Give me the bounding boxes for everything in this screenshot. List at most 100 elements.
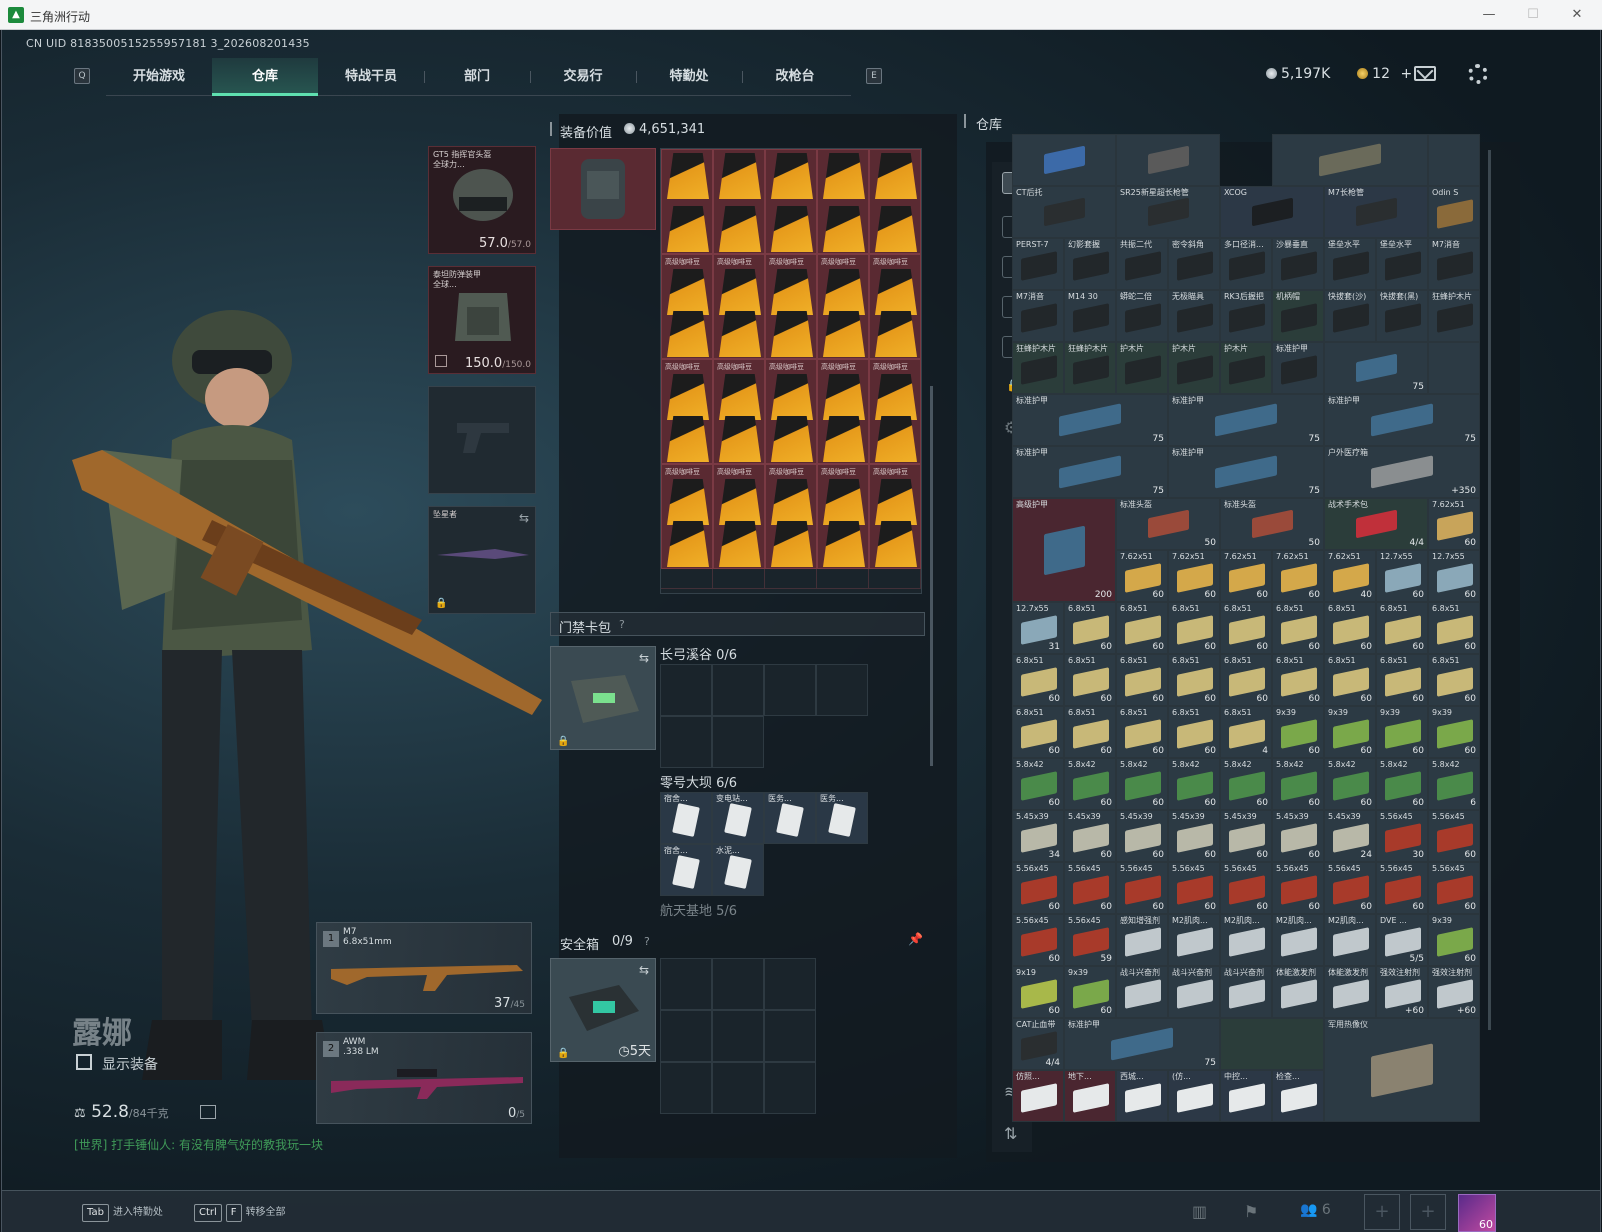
ammo-item[interactable]: 6.8x51 60	[1324, 602, 1376, 654]
thermal-imager-item[interactable]: 军用热像仪	[1324, 1018, 1480, 1122]
keycard-item[interactable]: 宿舍...	[660, 792, 712, 844]
coffee-bean-item[interactable]: 高级咖啡豆	[817, 359, 869, 464]
secondary-weapon-slot[interactable]: 2 AWM .338 LM 0/5	[316, 1032, 532, 1124]
keycard-item[interactable]: 水泥...	[712, 844, 764, 896]
ammo-item[interactable]: 9x39 60	[1428, 706, 1480, 758]
melee-slot[interactable]: 坠星者 ⇆ 🔒	[428, 506, 536, 614]
stash-empty[interactable]	[1428, 134, 1480, 186]
attachment-item[interactable]: 蟒蛇二倍	[1116, 290, 1168, 342]
saw-item[interactable]	[1116, 134, 1220, 186]
ammo-item[interactable]: DVE ... 5/5	[1376, 914, 1428, 966]
coffee-bean-item[interactable]: 高级咖啡豆	[713, 254, 765, 359]
ammo-item[interactable]: 6.8x51 60	[1272, 654, 1324, 706]
swap-icon[interactable]: ⇆	[639, 963, 649, 977]
safebox-help-icon[interactable]: ?	[644, 935, 650, 948]
coffee-bean-item[interactable]	[869, 149, 921, 254]
ammo-item[interactable]: 6.8x51 60	[1376, 602, 1428, 654]
nav-next-key[interactable]: E	[866, 68, 882, 84]
ammo-item[interactable]: 5.8x42 60	[1272, 758, 1324, 810]
surgical-kit-item[interactable]: 战术手术包 4/4	[1324, 498, 1428, 550]
attachment-item[interactable]: 护木片	[1168, 342, 1220, 394]
ammo-item[interactable]: 9x39 60	[1064, 966, 1116, 1018]
ammo-item[interactable]: 5.56x45 60	[1220, 862, 1272, 914]
advanced-armor-item[interactable]: 高级护甲 200	[1012, 498, 1116, 602]
helmet-slot[interactable]: GT5 指挥官头盔 全球力... 57.0/57.0	[428, 146, 536, 254]
ammo-item[interactable]: 9x19 60	[1012, 966, 1064, 1018]
attachment-item[interactable]: 堡垒水平	[1324, 238, 1376, 290]
coffee-bean-item[interactable]	[713, 149, 765, 254]
armor-slot[interactable]: 泰坦防弹装甲 全球... 150.0/150.0	[428, 266, 536, 374]
ammo-item[interactable]: 6.8x51 60	[1220, 654, 1272, 706]
ammo-item[interactable]: 战斗兴奋剂	[1168, 966, 1220, 1018]
mail-icon[interactable]	[1414, 62, 1436, 81]
ammo-item[interactable]: 5.8x42 60	[1012, 758, 1064, 810]
maximize-button[interactable]: ☐	[1522, 6, 1544, 24]
add-currency-button[interactable]: +	[1400, 66, 1412, 82]
squad-slot-1[interactable]: +	[1364, 1194, 1400, 1230]
ammo-item[interactable]: M2肌肉...	[1168, 914, 1220, 966]
ammo-item[interactable]: 5.45x39 34	[1012, 810, 1064, 862]
ammo-item[interactable]: 12.7x55 60	[1428, 550, 1480, 602]
attachment-item[interactable]: 狂蜂护木片	[1064, 342, 1116, 394]
minimize-button[interactable]: —	[1478, 6, 1500, 24]
keycard-wallet-slot[interactable]: ⇆ 🔒	[550, 646, 656, 750]
attachment-item[interactable]: 标准护甲	[1272, 342, 1324, 394]
ammo-item[interactable]: 6.8x51 60	[1324, 654, 1376, 706]
ammo-item[interactable]: 6.8x51 60	[1064, 602, 1116, 654]
ammo-item[interactable]: 5.45x39 60	[1116, 810, 1168, 862]
backpack-slot[interactable]	[550, 148, 656, 230]
ammo-item[interactable]: 5.56x45 59	[1064, 914, 1116, 966]
ammo-item[interactable]: 5.56x45 60	[1324, 862, 1376, 914]
ammo-item[interactable]: 12.7x55 60	[1376, 550, 1428, 602]
attachment-item[interactable]: 多口径消...	[1220, 238, 1272, 290]
attachment-item[interactable]: M7消音	[1428, 238, 1480, 290]
coffee-bean-item[interactable]: 高级咖啡豆	[765, 359, 817, 464]
attachment-item[interactable]: 护木片	[1116, 342, 1168, 394]
tab-start-game[interactable]: 开始游戏	[106, 58, 212, 96]
ammo-item[interactable]: 9x39 60	[1272, 706, 1324, 758]
coffee-bean-item[interactable]: 高级咖啡豆	[661, 359, 713, 464]
motor-item[interactable]	[1012, 134, 1116, 186]
friends-button[interactable]: 👥 6	[1300, 1202, 1331, 1218]
show-equipment-checkbox[interactable]	[76, 1054, 92, 1070]
armor-item[interactable]: 标准护甲 75	[1168, 446, 1324, 498]
ammo-item[interactable]: 强效注射剂 +60	[1428, 966, 1480, 1018]
coffee-bean-item[interactable]: 高级咖啡豆	[661, 254, 713, 359]
coffee-bean-item[interactable]: 高级咖啡豆	[713, 359, 765, 464]
ammo-item[interactable]: 5.45x39 60	[1220, 810, 1272, 862]
world-chat-line[interactable]: [世界] 打手锤仙人: 有没有脾气好的教我玩一块	[74, 1136, 323, 1153]
ammo-item[interactable]: 9x39 60	[1324, 706, 1376, 758]
ammo-item[interactable]: M2肌肉...	[1220, 914, 1272, 966]
armor-item[interactable]: 标准护甲 75	[1012, 446, 1168, 498]
ammo-item[interactable]: 5.56x45 60	[1376, 862, 1428, 914]
tab-department[interactable]: 部门	[424, 58, 530, 96]
stash-empty[interactable]	[1220, 1018, 1324, 1070]
ammo-item[interactable]: 7.62x51 60	[1168, 550, 1220, 602]
ammo-item[interactable]: 6.8x51 60	[1376, 654, 1428, 706]
tab-warehouse[interactable]: 仓库	[212, 58, 318, 96]
ammo-item[interactable]: M2肌肉...	[1272, 914, 1324, 966]
medkit-item[interactable]: 户外医疗箱 +350	[1324, 446, 1480, 498]
helmet-item[interactable]: 标准头盔 50	[1116, 498, 1220, 550]
ammo-item[interactable]: 7.62x51 60	[1220, 550, 1272, 602]
ammo-item[interactable]: 7.62x51 60	[1428, 498, 1480, 550]
primary-weapon-slot[interactable]: 1 M7 6.8x51mm 37/45	[316, 922, 532, 1014]
attachment-item[interactable]: 堡垒水平	[1376, 238, 1428, 290]
ammo-item[interactable]: 12.7x55 31	[1012, 602, 1064, 654]
odin-item[interactable]: Odin S	[1428, 186, 1480, 238]
ammo-item[interactable]: 5.8x42 60	[1168, 758, 1220, 810]
keycard-item[interactable]: 医务...	[816, 792, 868, 844]
ammo-item[interactable]: 7.62x51 60	[1116, 550, 1168, 602]
ammo-item[interactable]: 7.62x51 40	[1324, 550, 1376, 602]
attachment-item[interactable]: PERST-7	[1012, 238, 1064, 290]
scope-item[interactable]: XCOG	[1220, 186, 1324, 238]
ammo-item[interactable]: 5.56x45 60	[1272, 862, 1324, 914]
attachment-item[interactable]: M7消音	[1012, 290, 1064, 342]
ammo-item[interactable]: 6.8x51 60	[1168, 654, 1220, 706]
nav-prev-key[interactable]: Q	[74, 68, 90, 84]
key-item[interactable]: (仿...	[1168, 1070, 1220, 1122]
ammo-item[interactable]: 5.56x45 60	[1428, 810, 1480, 862]
panel-scrollbar[interactable]	[930, 386, 933, 766]
player-avatar[interactable]: 60	[1458, 1194, 1496, 1232]
ammo-item[interactable]: 战斗兴奋剂	[1220, 966, 1272, 1018]
